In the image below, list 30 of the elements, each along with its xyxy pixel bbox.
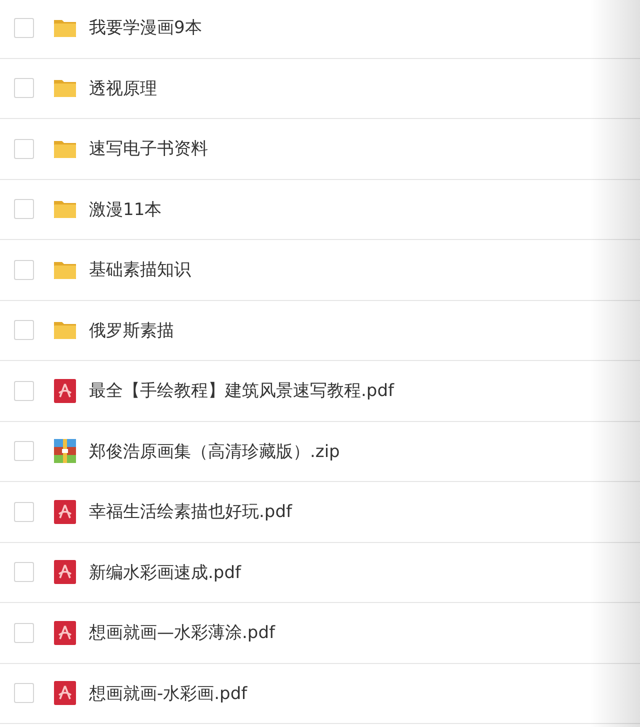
file-name[interactable]: 透视原理 xyxy=(89,76,157,100)
file-name[interactable]: 想画就画-水彩画.pdf xyxy=(89,682,248,705)
file-name[interactable]: 俄罗斯素描 xyxy=(89,318,174,342)
file-name[interactable]: 基础素描知识 xyxy=(89,258,191,282)
file-name[interactable]: 我要学漫画9本 xyxy=(89,16,202,40)
pdf-icon xyxy=(53,500,77,524)
pdf-icon xyxy=(53,378,77,403)
checkbox[interactable] xyxy=(14,18,34,38)
pdf-icon xyxy=(53,620,77,645)
checkbox[interactable] xyxy=(14,199,34,220)
file-name[interactable]: 幸福生活绘素描也好玩.pdf xyxy=(89,500,292,524)
checkbox[interactable] xyxy=(14,260,34,280)
file-name[interactable]: 新编水彩画速成.pdf xyxy=(89,560,241,584)
checkbox[interactable] xyxy=(14,78,34,98)
checkbox[interactable] xyxy=(14,683,34,704)
file-name[interactable]: 最全【手绘教程】建筑风景速写教程.pdf xyxy=(89,379,394,402)
pdf-icon xyxy=(53,560,77,584)
checkbox[interactable] xyxy=(14,138,34,159)
file-name[interactable]: 速写电子书资料 xyxy=(89,137,208,160)
file-name[interactable]: 想画就画—水彩薄涂.pdf xyxy=(89,621,275,644)
file-name[interactable]: 郑俊浩原画集（高清珍藏版）.zip xyxy=(89,440,340,463)
checkbox[interactable] xyxy=(14,441,34,462)
checkbox[interactable] xyxy=(14,502,34,522)
archive-icon xyxy=(53,439,77,464)
checkbox[interactable] xyxy=(14,622,34,643)
checkbox[interactable] xyxy=(14,320,34,340)
checkbox[interactable] xyxy=(14,562,34,582)
checkbox[interactable] xyxy=(14,380,34,401)
pdf-icon xyxy=(53,681,77,706)
file-name[interactable]: 激漫11本 xyxy=(89,198,162,221)
